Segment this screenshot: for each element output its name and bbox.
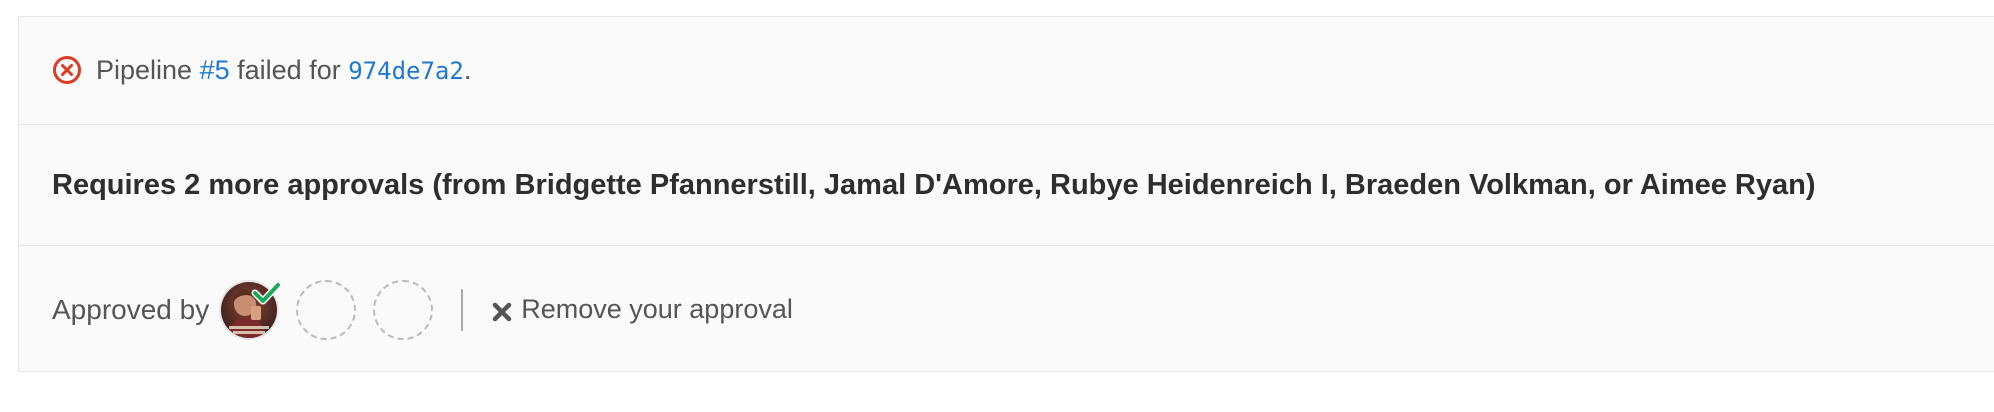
pipeline-middle: failed for [237, 55, 341, 85]
pipeline-status-row: Pipeline #5 failed for 974de7a2. [19, 17, 1994, 125]
approval-requirement-text: Requires 2 more approvals (from Bridgett… [52, 168, 1816, 201]
close-icon [491, 299, 513, 321]
approver-avatar[interactable] [219, 279, 282, 340]
approval-placeholder-avatar [296, 279, 357, 340]
pipeline-prefix: Pipeline [96, 55, 193, 85]
commit-link[interactable]: 974de7a2 [348, 57, 464, 85]
remove-approval-button[interactable]: Remove your approval [491, 294, 793, 325]
merge-request-widget: Pipeline #5 failed for 974de7a2. Require… [18, 16, 1994, 372]
approved-by-row: Approved by Remove your approval [19, 246, 1994, 373]
approval-placeholder-avatar [373, 279, 434, 340]
approved-by-label: Approved by [52, 293, 210, 325]
status-failed-icon[interactable] [52, 55, 82, 85]
pipeline-status-text: Pipeline #5 failed for 974de7a2. [96, 55, 471, 86]
approved-check-icon [251, 280, 282, 306]
approval-requirement-row: Requires 2 more approvals (from Bridgett… [19, 125, 1994, 246]
pipeline-link[interactable]: #5 [200, 55, 230, 85]
pipeline-suffix: . [463, 55, 472, 85]
divider [461, 288, 464, 331]
remove-approval-label: Remove your approval [521, 294, 793, 324]
